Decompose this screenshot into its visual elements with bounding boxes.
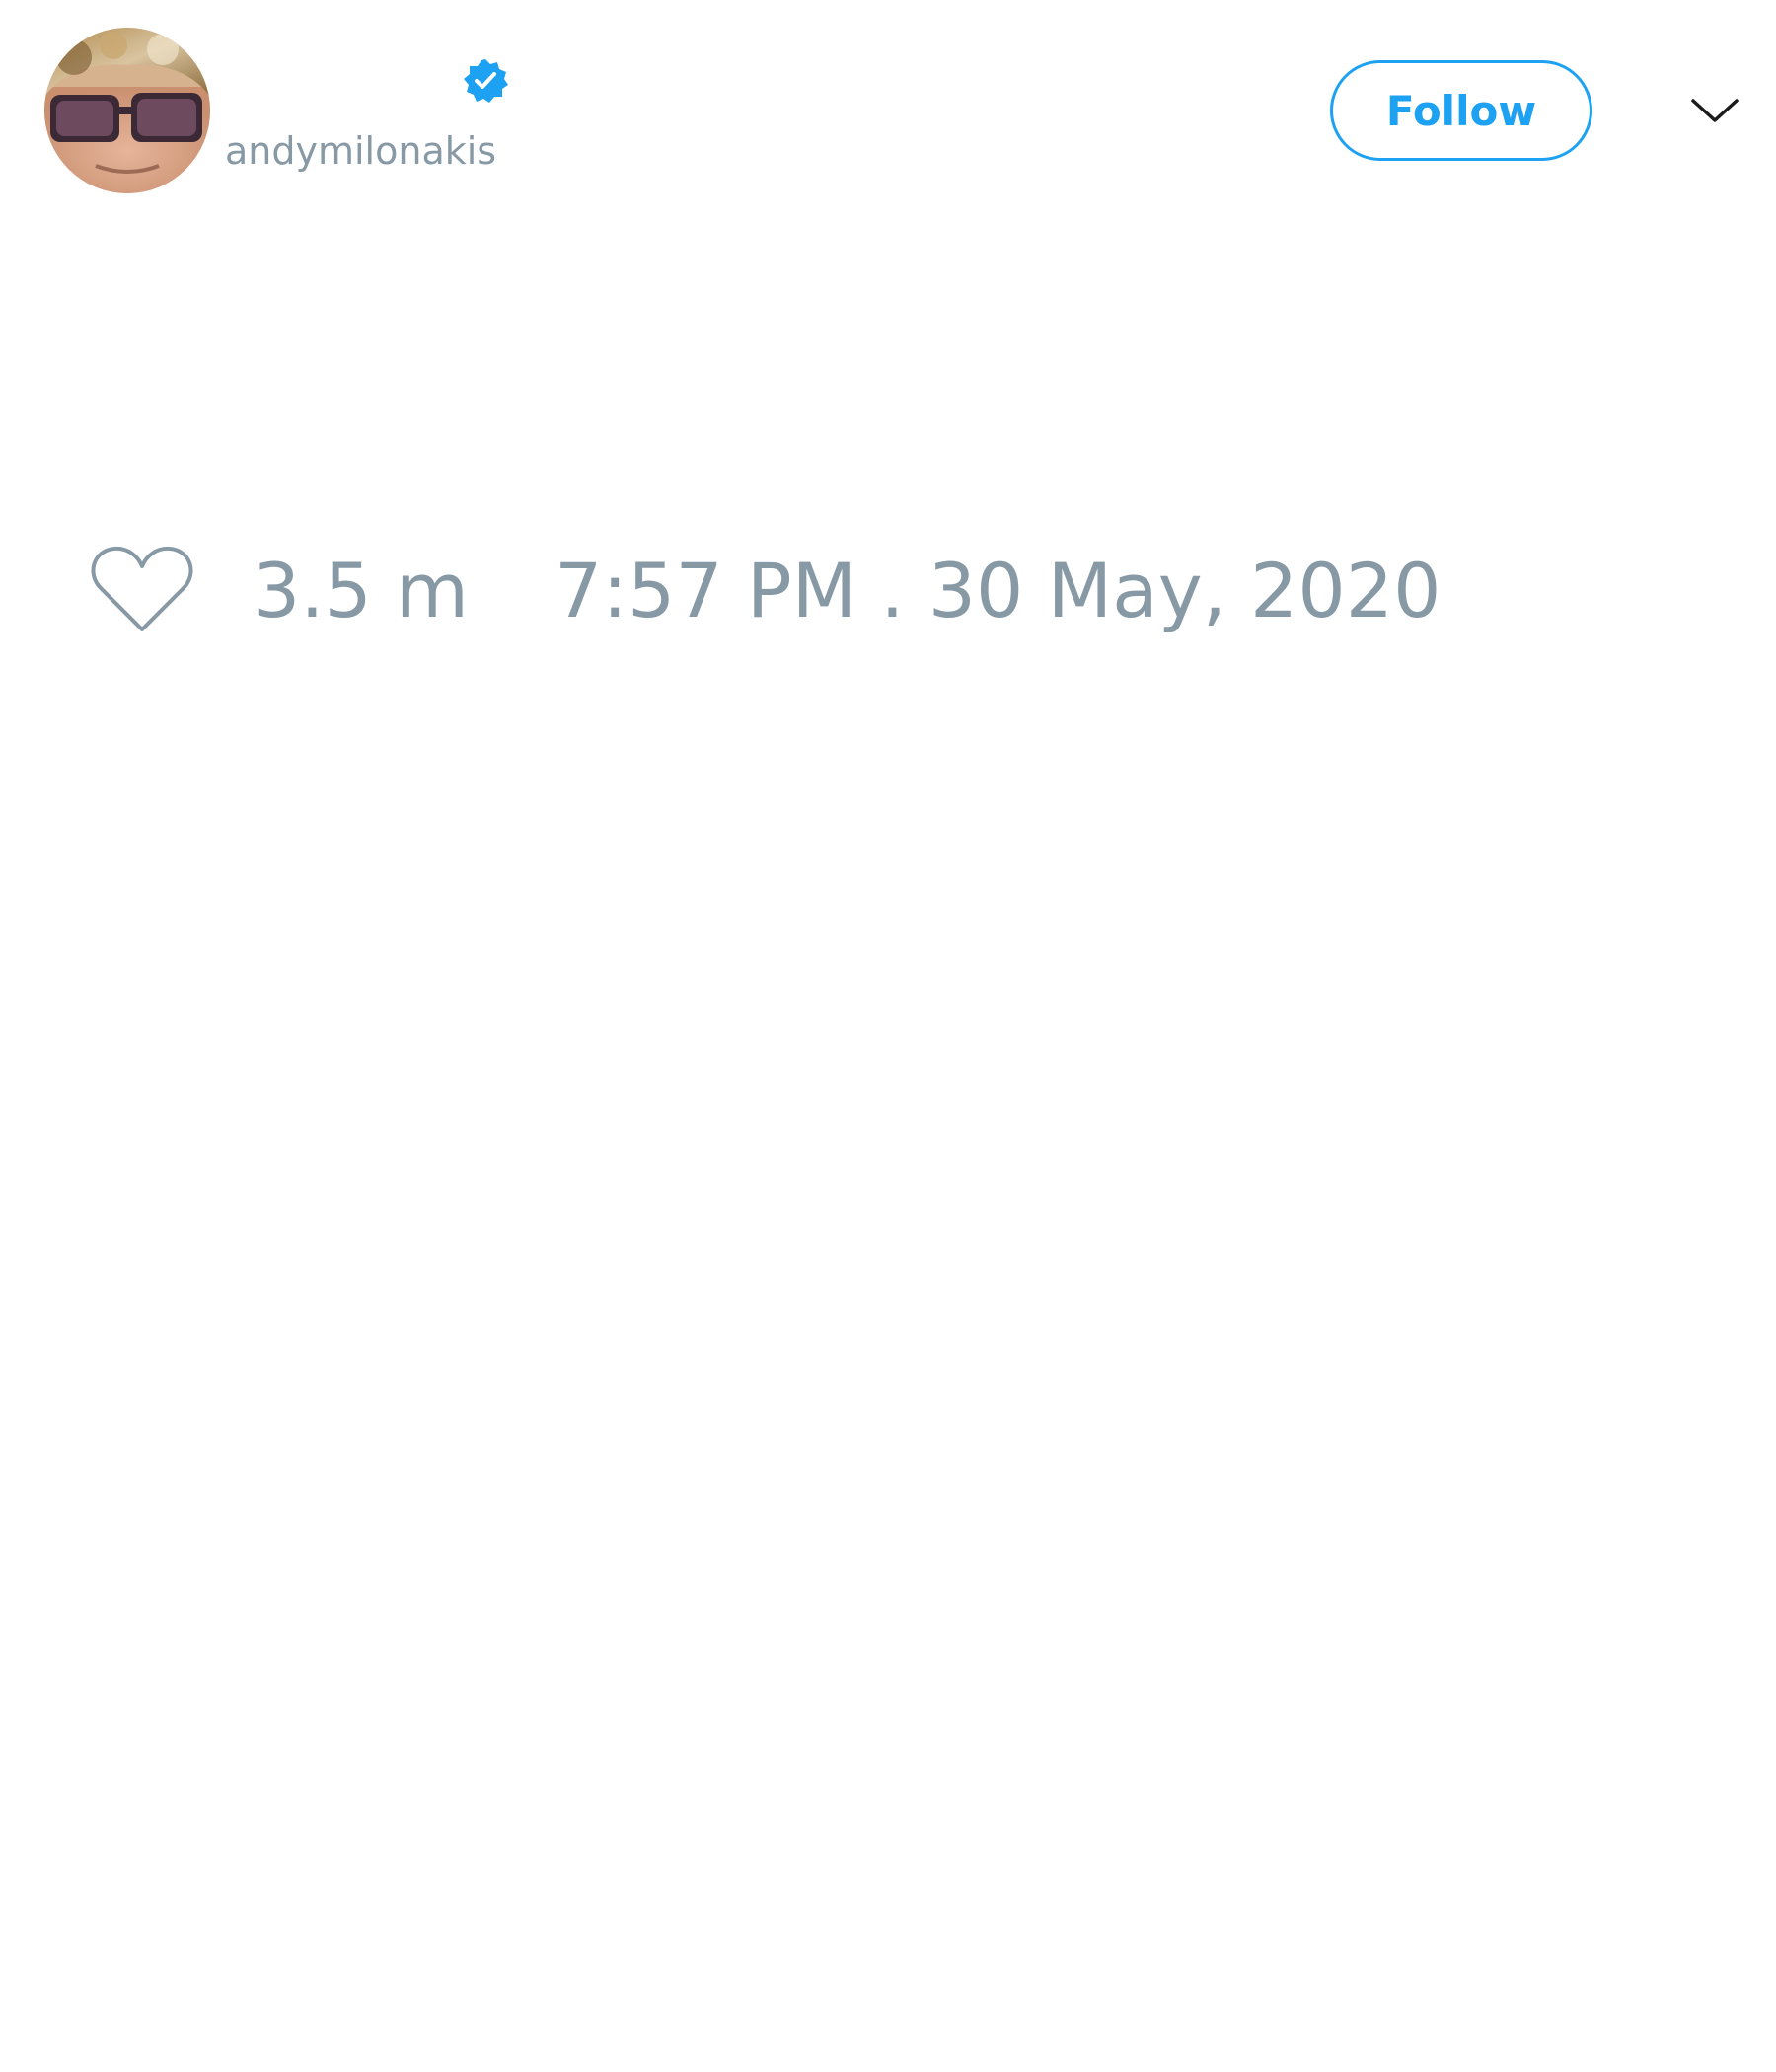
display-name-row bbox=[225, 57, 521, 109]
author-handle[interactable]: andymilonakis bbox=[225, 126, 496, 176]
heart-outline-icon bbox=[91, 546, 193, 631]
like-count: 3.5 m bbox=[253, 547, 470, 634]
avatar[interactable] bbox=[44, 28, 210, 193]
follow-button[interactable]: Follow bbox=[1330, 60, 1592, 161]
tweet-card: andymilonakis Follow 3.5 m 7:57 PM . 30 … bbox=[0, 0, 1776, 2072]
verified-badge-icon bbox=[464, 59, 508, 103]
more-options-button[interactable] bbox=[1689, 91, 1740, 130]
tweet-timestamp[interactable]: 7:57 PM . 30 May, 2020 bbox=[555, 547, 1441, 635]
chevron-down-icon bbox=[1691, 99, 1739, 122]
tweet-footer: 3.5 m 7:57 PM . 30 May, 2020 bbox=[89, 541, 1569, 639]
like-button[interactable] bbox=[89, 541, 195, 639]
avatar-image bbox=[44, 28, 210, 193]
